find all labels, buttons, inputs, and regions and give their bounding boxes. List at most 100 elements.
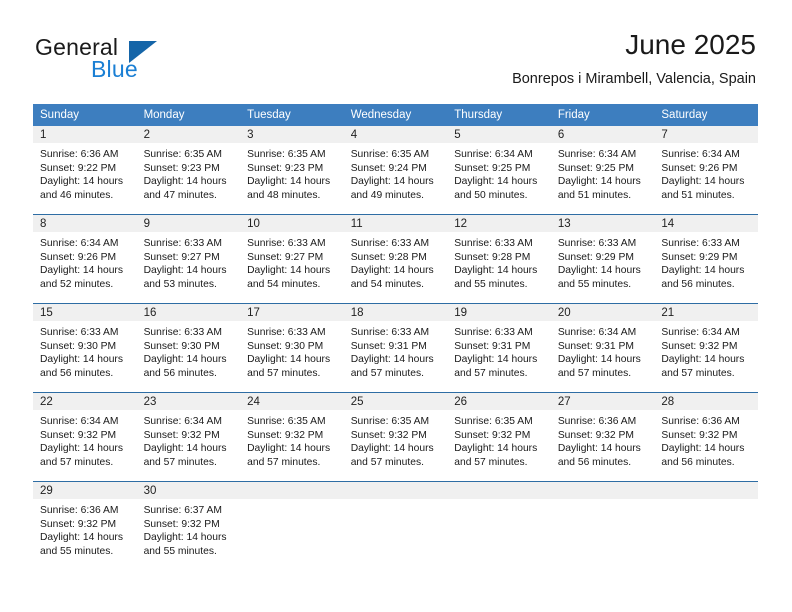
day-cell[interactable]: 23 Sunrise: 6:34 AM Sunset: 9:32 PM Dayligh… <box>136 392 241 482</box>
day-cell[interactable]: 24 Sunrise: 6:35 AM Sunset: 9:32 PM Dayligh… <box>240 392 344 482</box>
sunset-text: Sunset: 9:30 PM <box>143 340 220 352</box>
day-number: 2 <box>136 126 241 143</box>
sunrise-text: Sunrise: 6:33 AM <box>454 238 533 249</box>
day-cell[interactable]: 29 Sunrise: 6:36 AM Sunset: 9:32 PM Dayligh… <box>33 481 137 570</box>
day-cell[interactable]: 13 Sunrise: 6:33 AM Sunset: 9:29 PM Dayligh… <box>550 214 655 304</box>
sunset-text: Sunset: 9:26 PM <box>40 251 117 263</box>
day-cell-empty <box>447 481 551 570</box>
sunrise-text: Sunrise: 6:34 AM <box>661 149 740 160</box>
sunrise-text: Sunrise: 6:35 AM <box>247 149 326 160</box>
sunset-text: Sunset: 9:32 PM <box>661 340 738 352</box>
day-number <box>240 482 344 499</box>
sunrise-text: Sunrise: 6:37 AM <box>143 505 222 516</box>
day-cell[interactable]: 30 Sunrise: 6:37 AM Sunset: 9:32 PM Dayligh… <box>136 481 241 570</box>
daylight-text: Daylight: 14 hours and 46 minutes. <box>40 176 123 201</box>
day-cell[interactable]: 17 Sunrise: 6:33 AM Sunset: 9:30 PM Dayligh… <box>240 303 344 393</box>
day-number: 19 <box>447 304 551 321</box>
day-cell[interactable]: 18 Sunrise: 6:33 AM Sunset: 9:31 PM Dayligh… <box>343 303 448 393</box>
sunset-text: Sunset: 9:32 PM <box>143 429 220 441</box>
sunrise-text: Sunrise: 6:35 AM <box>350 416 430 427</box>
sunset-text: Sunset: 9:32 PM <box>247 429 324 441</box>
sunrise-text: Sunrise: 6:33 AM <box>350 327 430 338</box>
day-cell[interactable]: 7 Sunrise: 6:34 AM Sunset: 9:26 PM Daylight… <box>654 126 758 215</box>
day-number: 21 <box>654 304 758 321</box>
day-cell[interactable]: 15 Sunrise: 6:33 AM Sunset: 9:30 PM Dayligh… <box>33 303 137 393</box>
calendar-body: 1 Sunrise: 6:36 AM Sunset: 9:22 PM Daylight… <box>33 126 758 570</box>
day-number: 13 <box>550 215 655 232</box>
day-cell[interactable]: 19 Sunrise: 6:33 AM Sunset: 9:31 PM Dayligh… <box>447 303 551 393</box>
sunset-text: Sunset: 9:25 PM <box>557 162 634 174</box>
sunrise-text: Sunrise: 6:35 AM <box>350 149 430 160</box>
sunrise-text: Sunrise: 6:34 AM <box>454 149 533 160</box>
day-cell[interactable]: 28 Sunrise: 6:36 AM Sunset: 9:32 PM Dayligh… <box>654 392 758 482</box>
sunset-text: Sunset: 9:29 PM <box>557 251 634 263</box>
sunset-text: Sunset: 9:32 PM <box>661 429 738 441</box>
sunrise-text: Sunrise: 6:34 AM <box>557 149 637 160</box>
day-cell[interactable]: 25 Sunrise: 6:35 AM Sunset: 9:32 PM Dayligh… <box>343 392 448 482</box>
day-cell[interactable]: 16 Sunrise: 6:33 AM Sunset: 9:30 PM Dayligh… <box>136 303 241 393</box>
day-cell[interactable]: 22 Sunrise: 6:34 AM Sunset: 9:32 PM Dayligh… <box>33 392 137 482</box>
day-number <box>550 482 655 499</box>
day-number: 8 <box>33 215 137 232</box>
sunrise-text: Sunrise: 6:36 AM <box>40 505 119 516</box>
day-cell[interactable]: 14 Sunrise: 6:33 AM Sunset: 9:29 PM Dayligh… <box>654 214 758 304</box>
sunrise-text: Sunrise: 6:35 AM <box>143 149 222 160</box>
day-cell-empty <box>654 481 758 570</box>
day-number <box>343 482 448 499</box>
day-number: 18 <box>343 304 448 321</box>
generalblue-logo[interactable]: General Blue <box>35 34 215 84</box>
sunset-text: Sunset: 9:32 PM <box>557 429 634 441</box>
daylight-text: Daylight: 14 hours and 49 minutes. <box>350 176 434 201</box>
day-number: 14 <box>654 215 758 232</box>
sunrise-text: Sunrise: 6:36 AM <box>661 416 740 427</box>
day-cell-empty <box>550 481 655 570</box>
day-cell[interactable]: 8 Sunrise: 6:34 AM Sunset: 9:26 PM Daylight… <box>33 214 137 304</box>
page-title: June 2025 <box>625 29 756 60</box>
daylight-text: Daylight: 14 hours and 57 minutes. <box>661 354 745 379</box>
day-cell[interactable]: 6 Sunrise: 6:34 AM Sunset: 9:25 PM Daylight… <box>550 126 655 215</box>
daylight-text: Daylight: 14 hours and 52 minutes. <box>40 265 123 290</box>
day-cell[interactable]: 1 Sunrise: 6:36 AM Sunset: 9:22 PM Daylight… <box>33 126 137 215</box>
week-row: 8 Sunrise: 6:34 AM Sunset: 9:26 PM Daylight… <box>33 214 758 304</box>
daylight-text: Daylight: 14 hours and 54 minutes. <box>247 265 331 290</box>
day-number: 26 <box>447 393 551 410</box>
day-cell[interactable]: 20 Sunrise: 6:34 AM Sunset: 9:31 PM Dayligh… <box>550 303 655 393</box>
daylight-text: Daylight: 14 hours and 47 minutes. <box>143 176 227 201</box>
sunset-text: Sunset: 9:32 PM <box>40 518 117 530</box>
daylight-text: Daylight: 14 hours and 48 minutes. <box>247 176 331 201</box>
day-cell[interactable]: 2 Sunrise: 6:35 AM Sunset: 9:23 PM Daylight… <box>136 126 241 215</box>
day-number: 22 <box>33 393 137 410</box>
day-cell[interactable]: 5 Sunrise: 6:34 AM Sunset: 9:25 PM Daylight… <box>447 126 551 215</box>
day-cell[interactable]: 9 Sunrise: 6:33 AM Sunset: 9:27 PM Daylight… <box>136 214 241 304</box>
day-cell[interactable]: 10 Sunrise: 6:33 AM Sunset: 9:27 PM Dayligh… <box>240 214 344 304</box>
day-number: 15 <box>33 304 137 321</box>
day-cell[interactable]: 26 Sunrise: 6:35 AM Sunset: 9:32 PM Dayligh… <box>447 392 551 482</box>
day-number: 12 <box>447 215 551 232</box>
sunset-text: Sunset: 9:22 PM <box>40 162 117 174</box>
day-cell[interactable]: 3 Sunrise: 6:35 AM Sunset: 9:23 PM Daylight… <box>240 126 344 215</box>
day-cell[interactable]: 21 Sunrise: 6:34 AM Sunset: 9:32 PM Dayligh… <box>654 303 758 393</box>
sunset-text: Sunset: 9:26 PM <box>661 162 738 174</box>
sunset-text: Sunset: 9:30 PM <box>40 340 117 352</box>
sunset-text: Sunset: 9:27 PM <box>247 251 324 263</box>
daylight-text: Daylight: 14 hours and 51 minutes. <box>557 176 641 201</box>
day-number: 4 <box>343 126 448 143</box>
day-cell[interactable]: 27 Sunrise: 6:36 AM Sunset: 9:32 PM Dayligh… <box>550 392 655 482</box>
day-number <box>654 482 758 499</box>
day-cell[interactable]: 12 Sunrise: 6:33 AM Sunset: 9:28 PM Dayligh… <box>447 214 551 304</box>
day-number: 23 <box>136 393 241 410</box>
day-number: 27 <box>550 393 655 410</box>
sunrise-text: Sunrise: 6:33 AM <box>143 238 222 249</box>
week-row: 15 Sunrise: 6:33 AM Sunset: 9:30 PM Dayligh… <box>33 303 758 393</box>
day-cell[interactable]: 11 Sunrise: 6:33 AM Sunset: 9:28 PM Dayligh… <box>343 214 448 304</box>
day-cell[interactable]: 4 Sunrise: 6:35 AM Sunset: 9:24 PM Daylight… <box>343 126 448 215</box>
weekday-header-thursday: Thursday <box>447 104 551 126</box>
weekday-header-wednesday: Wednesday <box>343 104 448 126</box>
sunset-text: Sunset: 9:31 PM <box>350 340 427 352</box>
sunset-text: Sunset: 9:24 PM <box>350 162 427 174</box>
sunrise-text: Sunrise: 6:34 AM <box>40 238 119 249</box>
day-number <box>447 482 551 499</box>
day-number: 5 <box>447 126 551 143</box>
weekday-header-row: Sunday Monday Tuesday Wednesday Thursday… <box>33 104 758 126</box>
title-block: June 2025 Bonrepos i Mirambell, Valencia… <box>512 28 756 89</box>
